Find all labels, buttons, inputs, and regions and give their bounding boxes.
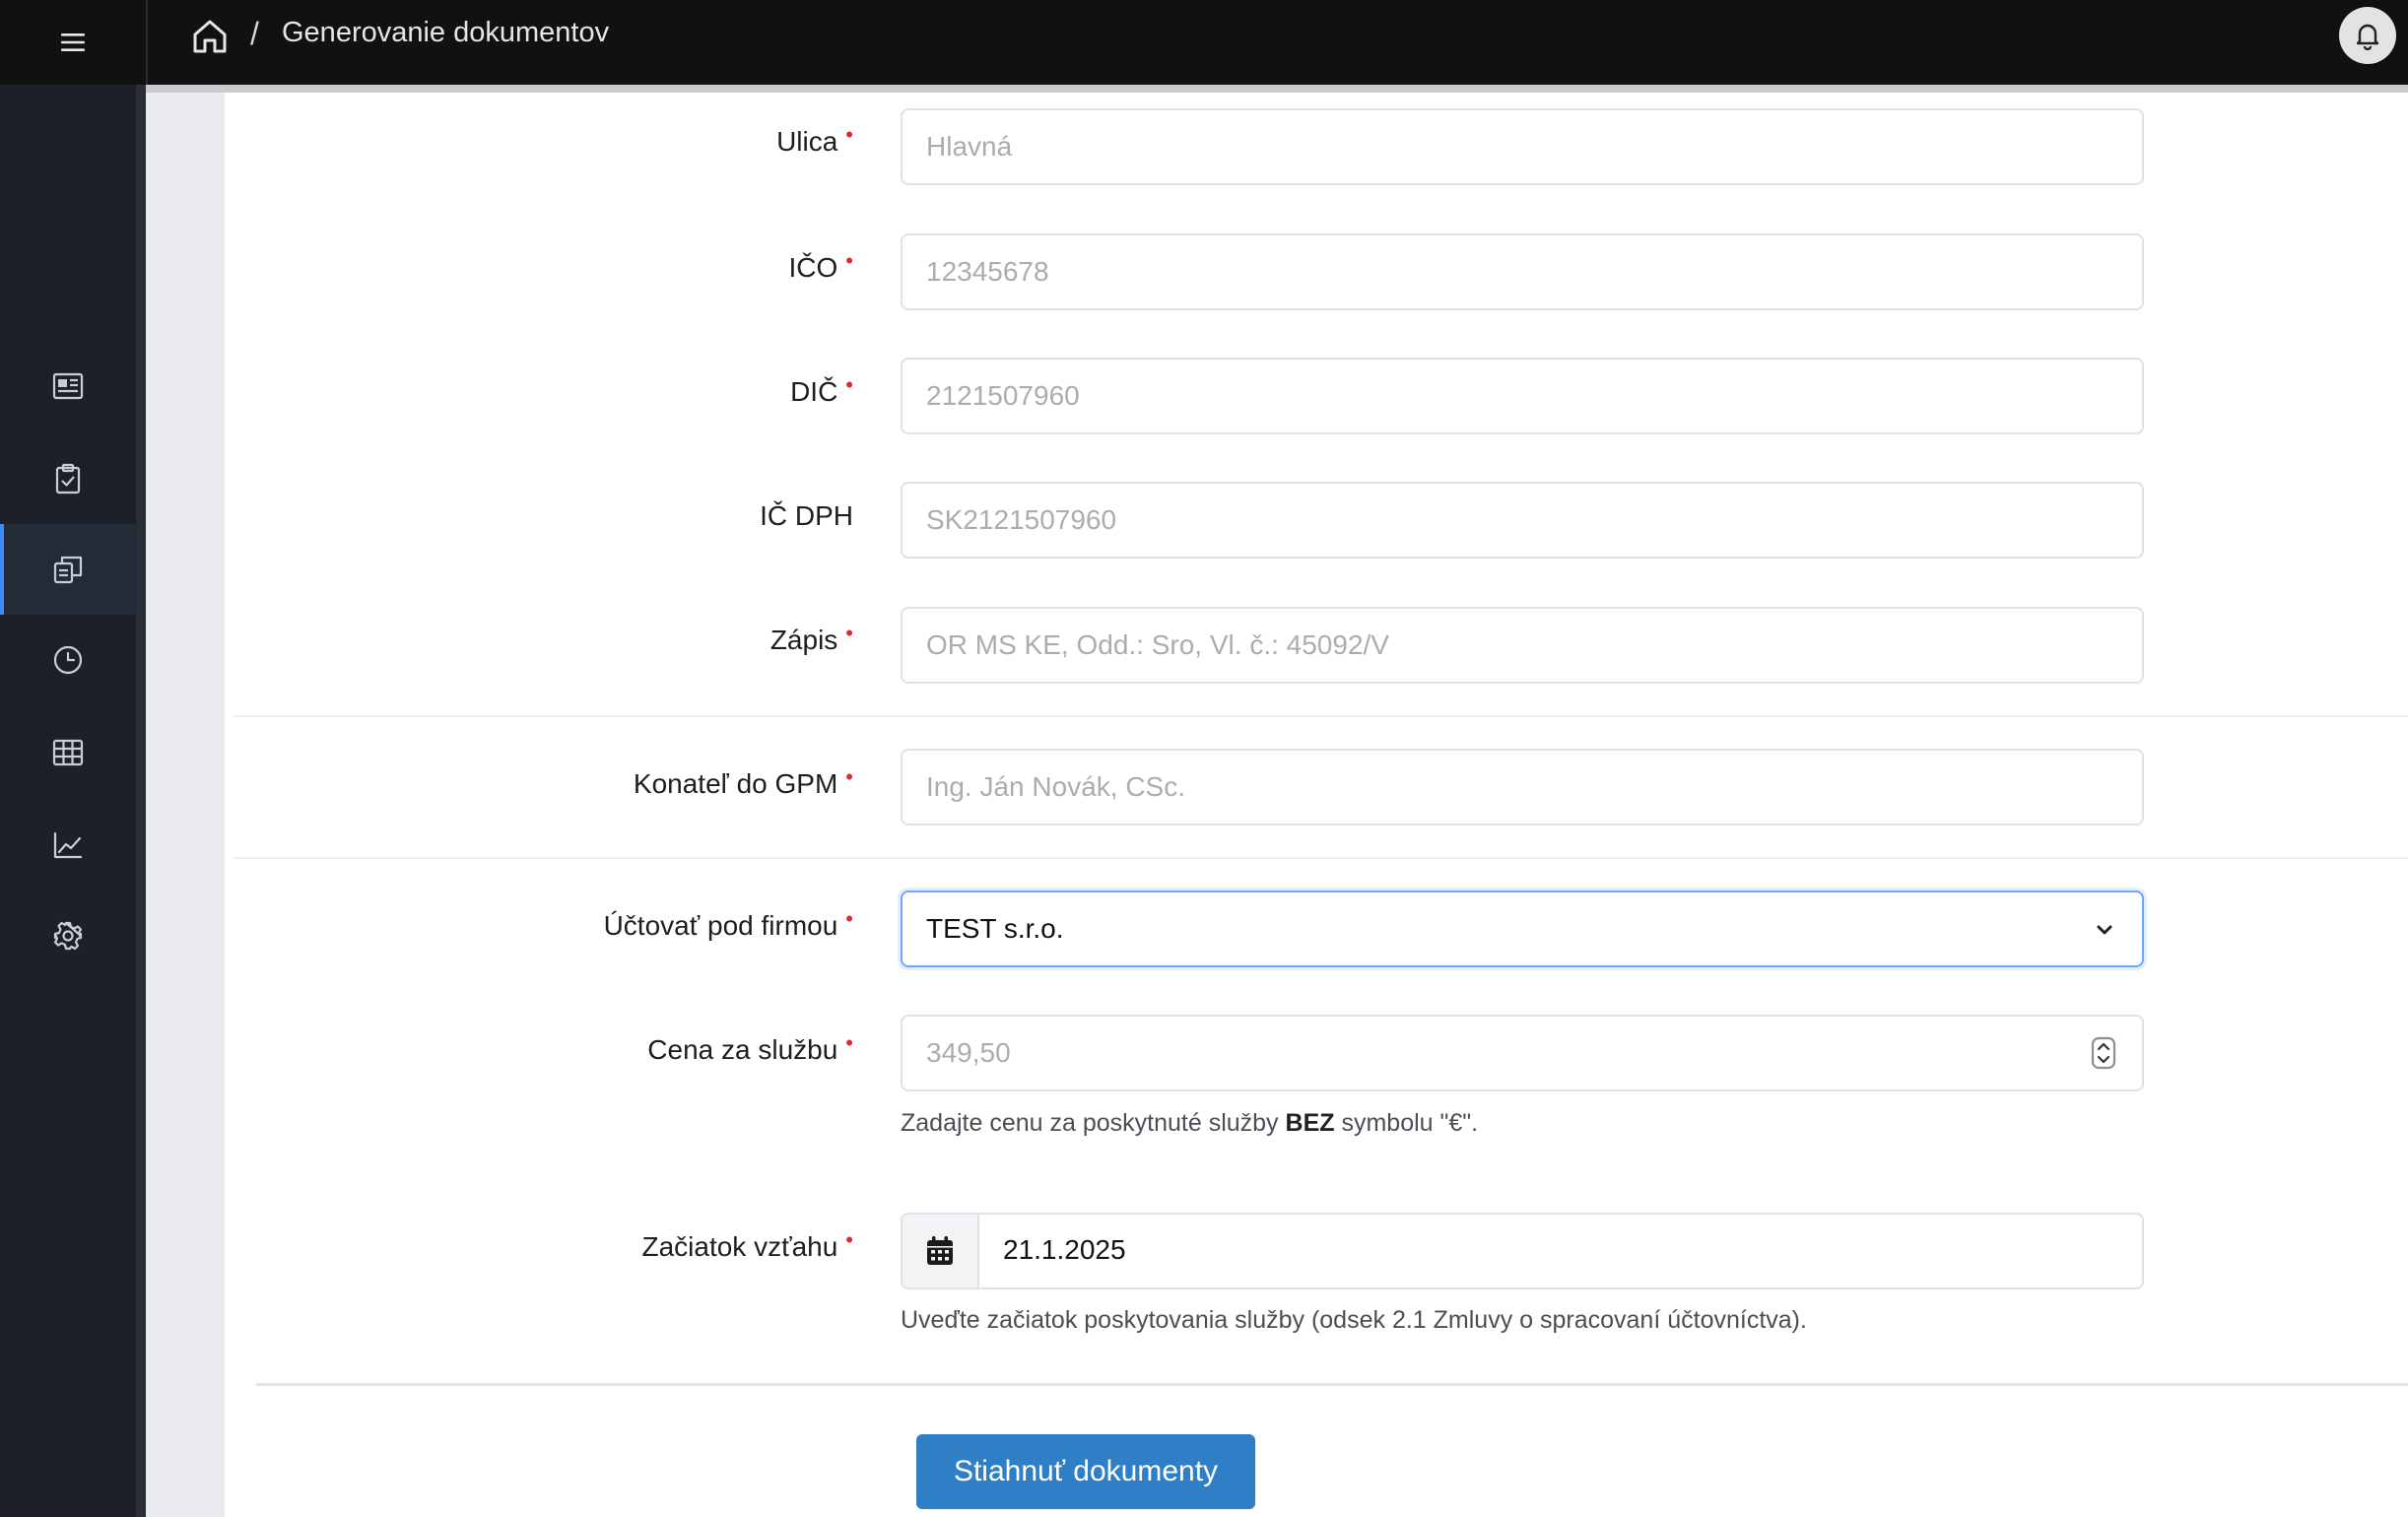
sidebar-item-settings[interactable] xyxy=(0,890,136,981)
price-help-text: Zadajte cenu za poskytnuté služby BEZ sy… xyxy=(901,1109,1478,1138)
zaciatok-label-text: Začiatok vzťahu xyxy=(641,1231,838,1262)
konatel-label-text: Konateľ do GPM xyxy=(633,768,838,799)
sidebar-item-statistics[interactable] xyxy=(0,800,136,890)
home-icon xyxy=(193,20,227,53)
topbar-divider xyxy=(146,0,148,85)
sidebar-item-tasks[interactable] xyxy=(0,433,136,524)
uctovat-label-text: Účtovať pod firmou xyxy=(603,910,838,941)
top-navbar: / Generovanie dokumentov xyxy=(0,0,2408,85)
zapis-label: Zápis • xyxy=(769,621,853,656)
notifications-button[interactable] xyxy=(2339,7,2396,64)
price-help-bold: BEZ xyxy=(1285,1109,1335,1137)
konatel-input[interactable] xyxy=(901,749,2144,825)
calendar-button[interactable] xyxy=(903,1215,979,1287)
required-marker: • xyxy=(845,372,853,397)
dic-label: DIČ • xyxy=(790,372,853,408)
required-marker: • xyxy=(845,122,853,147)
price-help-after: symbolu "€". xyxy=(1334,1109,1479,1137)
required-marker: • xyxy=(845,1227,853,1252)
clock-icon xyxy=(53,645,83,675)
ic-dph-input[interactable] xyxy=(901,482,2144,559)
clipboard-check-icon xyxy=(55,463,81,495)
cena-label: Cena za službu • xyxy=(647,1030,853,1066)
price-input[interactable] xyxy=(901,1015,2144,1091)
required-marker: • xyxy=(845,248,853,273)
chart-line-icon xyxy=(53,831,83,859)
section-divider xyxy=(233,857,2408,859)
start-date-input-group[interactable]: 21.1.2025 xyxy=(901,1213,2144,1289)
sidebar-item-news[interactable] xyxy=(0,341,136,431)
konatel-label: Konateľ do GPM • xyxy=(633,764,853,800)
required-marker: • xyxy=(845,1030,853,1055)
start-date-value[interactable]: 21.1.2025 xyxy=(1003,1234,1126,1266)
ico-input[interactable] xyxy=(901,233,2144,310)
form-footer-divider xyxy=(256,1383,2408,1386)
zapis-label-text: Zápis xyxy=(769,625,838,655)
number-spinner-icon[interactable] xyxy=(2091,1036,2116,1070)
required-marker: • xyxy=(845,906,853,931)
sidebar-item-table[interactable] xyxy=(0,707,136,798)
start-date-help-text: Uveďte začiatok poskytovania služby (ods… xyxy=(901,1306,1807,1334)
dic-input[interactable] xyxy=(901,358,2144,434)
cena-label-text: Cena za službu xyxy=(647,1034,838,1065)
sidebar-edge xyxy=(136,85,146,1517)
bell-icon xyxy=(2356,24,2379,50)
sidebar-item-history[interactable] xyxy=(0,615,136,705)
ic-dph-label-text: IČ DPH xyxy=(760,500,853,531)
uctovat-label: Účtovať pod firmou • xyxy=(603,906,853,942)
gear-icon xyxy=(53,921,83,951)
topbar-shadow xyxy=(146,85,2408,93)
required-marker: • xyxy=(845,764,853,789)
ico-label-text: IČO xyxy=(788,252,838,283)
newspaper-icon xyxy=(52,372,84,400)
section-divider xyxy=(233,715,2408,717)
ulica-input[interactable] xyxy=(901,108,2144,185)
ico-label: IČO • xyxy=(788,248,853,284)
home-link[interactable] xyxy=(187,14,233,59)
zapis-input[interactable] xyxy=(901,607,2144,684)
download-documents-button[interactable]: Stiahnuť dokumenty xyxy=(916,1434,1255,1509)
price-help-before: Zadajte cenu za poskytnuté služby xyxy=(901,1109,1286,1137)
table-icon xyxy=(52,739,84,766)
page-title: Generovanie dokumentov xyxy=(282,17,610,48)
calendar-icon xyxy=(927,1236,953,1265)
chevron-down-icon xyxy=(2097,925,2112,935)
zaciatok-label: Začiatok vzťahu • xyxy=(641,1227,853,1263)
ic-dph-label: IČ DPH xyxy=(760,500,853,532)
ulica-label: Ulica • xyxy=(776,122,853,158)
breadcrumb-separator: / xyxy=(250,16,259,51)
sidebar-item-documents[interactable] xyxy=(0,524,136,615)
ulica-label-text: Ulica xyxy=(776,126,838,157)
hamburger-menu-button[interactable] xyxy=(0,0,146,85)
documents-icon xyxy=(53,556,83,584)
dic-label-text: DIČ xyxy=(790,376,838,407)
required-marker: • xyxy=(845,621,853,645)
hamburger-icon xyxy=(61,33,85,51)
company-select-value: TEST s.r.o. xyxy=(926,913,1064,944)
company-select[interactable]: TEST s.r.o. xyxy=(901,890,2144,967)
